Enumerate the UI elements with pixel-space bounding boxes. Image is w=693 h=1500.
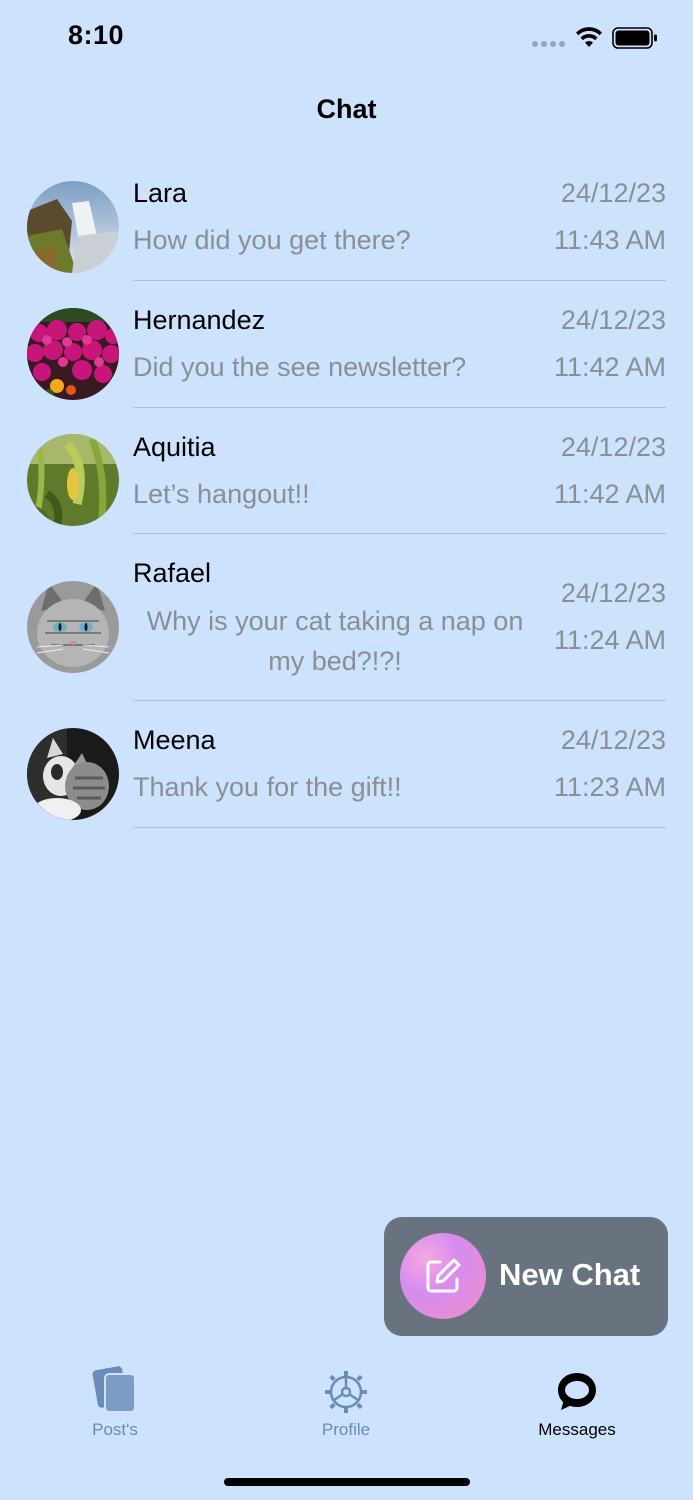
status-bar: 8:10 <box>0 0 693 78</box>
new-chat-icon-circle <box>400 1233 486 1319</box>
chat-preview: Did you the see newsletter? <box>133 352 467 382</box>
tab-profile[interactable]: Profile <box>266 1370 426 1440</box>
tab-label: Messages <box>538 1420 616 1439</box>
tab-posts[interactable]: Post's <box>35 1366 195 1440</box>
chat-row-hernandez[interactable]: Hernandez Did you the see newsletter? 24… <box>0 281 693 408</box>
chat-name: Lara <box>133 178 188 208</box>
avatar <box>27 728 119 820</box>
avatar <box>27 581 119 673</box>
home-indicator[interactable] <box>224 1478 470 1486</box>
chat-preview: Thank you for the gift!! <box>133 772 402 802</box>
compose-icon <box>426 1258 461 1293</box>
chat-time: 11:42 AM <box>553 352 666 382</box>
divider <box>133 827 666 828</box>
chat-name: Meena <box>133 725 216 755</box>
chat-name: Rafael <box>133 558 212 588</box>
gear-icon <box>325 1371 367 1413</box>
status-time: 8:10 <box>68 20 125 50</box>
chat-preview: Why is your cat taking a nap on my bed?!… <box>146 606 524 676</box>
wifi-icon <box>576 27 602 47</box>
tab-label: Profile <box>321 1420 371 1439</box>
chat-date: 24/12/23 <box>560 578 666 608</box>
chat-date: 24/12/23 <box>560 725 666 755</box>
chat-row-aquitia[interactable]: Aquitia Let’s hangout!! 24/12/23 11:42 A… <box>0 408 693 534</box>
chat-date: 24/12/23 <box>560 305 666 335</box>
chat-time: 11:42 AM <box>553 479 666 509</box>
signal-dots-icon <box>532 41 565 47</box>
chat-row-rafael[interactable]: Rafael Why is your cat taking a nap on m… <box>0 534 693 701</box>
avatar <box>27 308 119 400</box>
chat-row-lara[interactable]: Lara How did you get there? 24/12/23 11:… <box>0 154 693 281</box>
chat-time: 11:43 AM <box>553 225 666 255</box>
chat-name: Hernandez <box>133 305 266 335</box>
chat-time: 11:23 AM <box>553 772 666 802</box>
chat-bubble-icon <box>558 1373 596 1410</box>
chat-row-meena[interactable]: Meena Thank you for the gift!! 24/12/23 … <box>0 701 693 828</box>
avatar <box>27 434 119 526</box>
tab-label: Post's <box>92 1420 138 1439</box>
chat-preview: How did you get there? <box>133 225 411 255</box>
avatar <box>27 181 119 273</box>
chat-preview: Let’s hangout!! <box>133 479 310 509</box>
new-chat-label: New Chat <box>499 1257 641 1292</box>
page-title: Chat <box>316 94 377 124</box>
new-chat-button[interactable]: New Chat <box>384 1217 668 1336</box>
posts-icon <box>92 1366 136 1413</box>
chat-date: 24/12/23 <box>560 178 666 208</box>
chat-date: 24/12/23 <box>560 432 666 462</box>
tab-bar: Post's Profile Messages <box>0 1360 693 1460</box>
tab-messages[interactable]: Messages <box>497 1370 657 1440</box>
chat-time: 11:24 AM <box>553 625 666 655</box>
chat-name: Aquitia <box>133 432 216 462</box>
battery-icon <box>612 27 657 49</box>
